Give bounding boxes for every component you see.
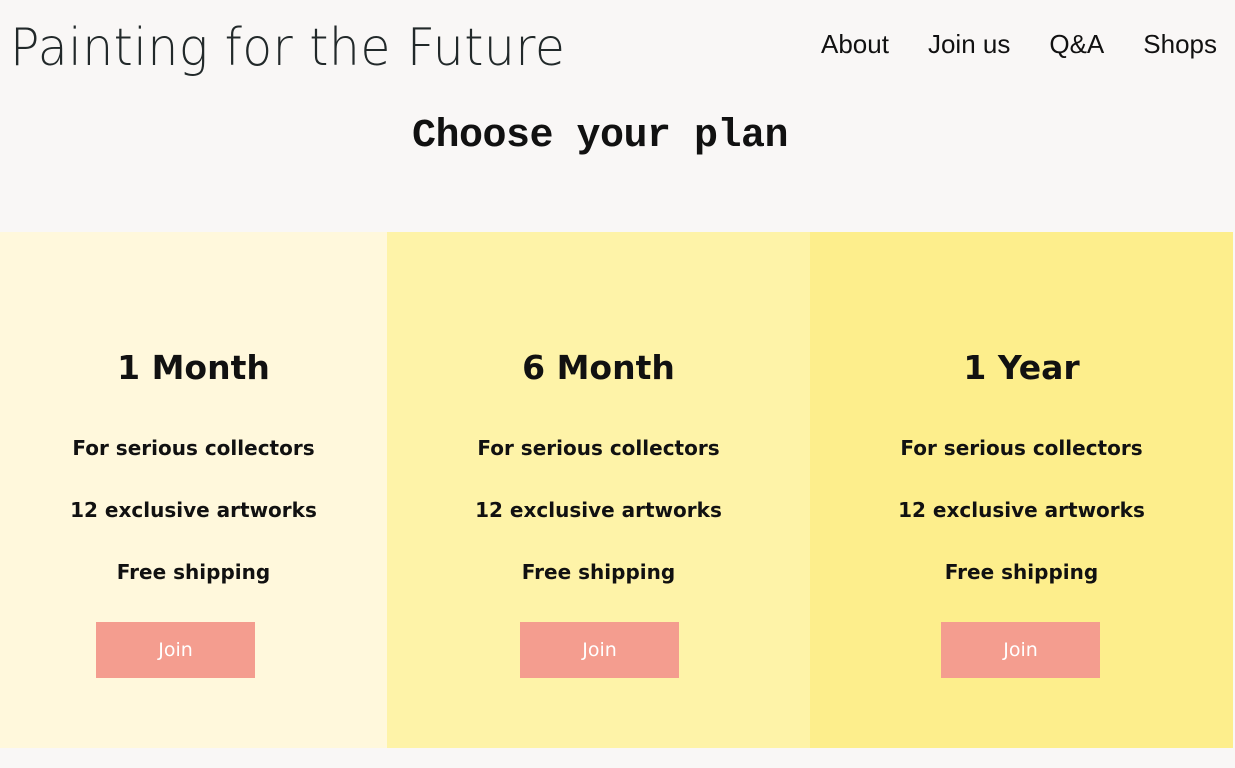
plan-feature: Free shipping xyxy=(116,560,271,584)
plan-feature: 12 exclusive artworks xyxy=(898,498,1145,522)
plans-section: 1 Month For serious collectors 12 exclus… xyxy=(0,232,1233,748)
main-nav: About Join us Q&A Shops xyxy=(821,27,1217,61)
plan-name: 1 Year xyxy=(963,348,1080,387)
site-header: Painting for the Future About Join us Q&… xyxy=(0,0,1235,92)
plan-card-1-month: 1 Month For serious collectors 12 exclus… xyxy=(0,232,387,748)
plan-feature: For serious collectors xyxy=(72,436,315,460)
nav-link-about[interactable]: About xyxy=(821,27,889,61)
plan-card-6-month: 6 Month For serious collectors 12 exclus… xyxy=(387,232,810,748)
plan-feature: 12 exclusive artworks xyxy=(70,498,317,522)
plan-feature: 12 exclusive artworks xyxy=(475,498,722,522)
join-button-6-month[interactable]: Join xyxy=(520,622,679,678)
brand-logo-text[interactable]: Painting for the Future xyxy=(10,14,565,82)
plan-feature: For serious collectors xyxy=(477,436,720,460)
plan-feature: Free shipping xyxy=(521,560,676,584)
nav-link-qa[interactable]: Q&A xyxy=(1049,27,1104,61)
join-button-1-year[interactable]: Join xyxy=(941,622,1100,678)
plan-card-1-year: 1 Year For serious collectors 12 exclusi… xyxy=(810,232,1233,748)
join-button-1-month[interactable]: Join xyxy=(96,622,255,678)
page-title: Choose your plan xyxy=(411,114,789,159)
plan-feature: For serious collectors xyxy=(900,436,1143,460)
nav-link-join-us[interactable]: Join us xyxy=(928,27,1010,61)
plan-name: 1 Month xyxy=(117,348,270,387)
nav-link-shops[interactable]: Shops xyxy=(1143,27,1217,61)
plan-name: 6 Month xyxy=(522,348,675,387)
plan-feature: Free shipping xyxy=(944,560,1099,584)
